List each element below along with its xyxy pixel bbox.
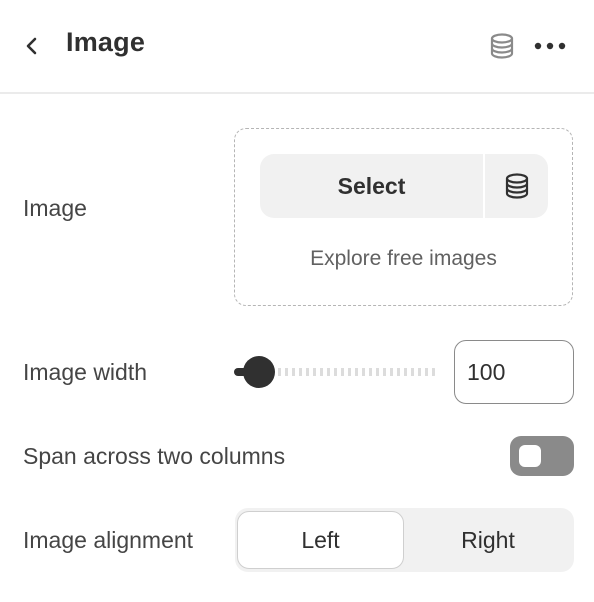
image-width-label: Image width	[23, 359, 148, 385]
slider-thumb[interactable]	[243, 356, 275, 388]
align-right-option[interactable]: Right	[404, 511, 572, 569]
span-columns-label: Span across two columns	[23, 443, 286, 469]
more-options-button[interactable]	[531, 28, 569, 64]
header-database-button[interactable]	[484, 28, 520, 64]
align-left-option[interactable]: Left	[237, 511, 404, 569]
select-image-button[interactable]: Select	[260, 154, 485, 218]
database-icon	[505, 173, 528, 199]
page-title: Image	[66, 27, 146, 57]
chevron-left-icon	[26, 37, 37, 55]
image-label: Image	[23, 195, 87, 221]
image-alignment-control: Left Right	[235, 508, 574, 572]
image-alignment-label: Image alignment	[23, 527, 194, 553]
toggle-knob	[519, 445, 541, 467]
more-horizontal-icon	[534, 42, 566, 50]
panel-header: Image	[0, 0, 594, 94]
span-columns-toggle[interactable]	[510, 436, 574, 476]
image-picker: Select Explore free images	[234, 128, 573, 306]
image-width-input[interactable]	[454, 340, 574, 404]
explore-free-images-link[interactable]: Explore free images	[235, 247, 572, 271]
back-button[interactable]	[14, 28, 50, 64]
select-button-group: Select	[260, 154, 548, 218]
select-from-library-button[interactable]	[485, 154, 548, 218]
image-width-slider[interactable]	[232, 352, 440, 390]
database-icon	[490, 33, 514, 59]
